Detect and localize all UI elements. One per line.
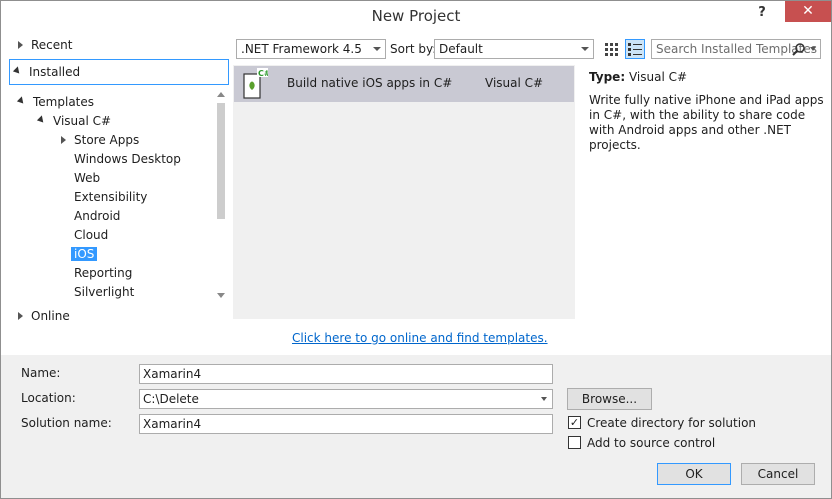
- title-bar: New Project ? ✕: [1, 1, 831, 32]
- expand-arrow-icon: [61, 135, 66, 144]
- type-label: Type:: [589, 70, 626, 84]
- template-row[interactable]: C# Build native iOS apps in C# Visual C#: [234, 66, 574, 102]
- tree-item-ios[interactable]: iOS: [71, 245, 98, 264]
- close-button[interactable]: ✕: [785, 1, 831, 22]
- list-view-icon: [628, 43, 642, 56]
- tree-item-windows-desktop[interactable]: Windows Desktop: [74, 150, 181, 169]
- tree-item-cloud[interactable]: Cloud: [74, 226, 108, 245]
- nav-recent-label: Recent: [31, 38, 73, 52]
- type-value: Visual C#: [628, 70, 688, 84]
- tree-item-android[interactable]: Android: [74, 207, 120, 226]
- collapse-arrow-icon: [12, 66, 23, 76]
- tree-item-label: iOS: [71, 247, 98, 261]
- template-name: Build native iOS apps in C#: [287, 76, 453, 90]
- tree-item-label: Store Apps: [74, 133, 140, 147]
- grid-view-icon: [605, 43, 618, 56]
- solution-name-label: Solution name:: [21, 416, 112, 430]
- ok-button[interactable]: OK: [657, 463, 731, 485]
- scroll-down-icon[interactable]: [217, 293, 225, 298]
- tree-item-label: Visual C#: [53, 114, 112, 128]
- nav-recent[interactable]: Recent: [18, 36, 72, 55]
- list-view-button[interactable]: [625, 39, 645, 59]
- nav-online[interactable]: Online: [18, 307, 70, 326]
- tree-item-store-apps[interactable]: Store Apps: [61, 131, 139, 150]
- sort-select[interactable]: Default: [434, 39, 594, 59]
- template-icon-badge: C#: [258, 69, 268, 78]
- sort-by-label: Sort by:: [390, 42, 437, 56]
- source-control-checkbox[interactable]: [568, 436, 581, 449]
- tree-item-reporting[interactable]: Reporting: [74, 264, 132, 283]
- framework-value: .NET Framework 4.5: [241, 42, 362, 56]
- cancel-button[interactable]: Cancel: [741, 463, 815, 485]
- chevron-down-icon: [581, 47, 589, 51]
- location-label: Location:: [21, 391, 76, 405]
- framework-select[interactable]: .NET Framework 4.5: [236, 39, 386, 59]
- create-directory-label: Create directory for solution: [587, 416, 757, 430]
- collapse-arrow-icon: [16, 96, 27, 106]
- help-button[interactable]: ?: [753, 4, 771, 22]
- small-icons-view-button[interactable]: [601, 39, 621, 59]
- template-tree: Templates Visual C# Store Apps Windows D…: [1, 91, 216, 301]
- tree-item-label: Templates: [33, 95, 95, 109]
- collapse-arrow-icon: [36, 115, 47, 125]
- tree-item-silverlight[interactable]: Silverlight: [74, 283, 134, 301]
- template-description: Write fully native iPhone and iPad apps …: [589, 93, 824, 152]
- main-area: Recent Installed Templates Visual C# Sto…: [1, 32, 831, 355]
- name-input[interactable]: Xamarin4: [139, 364, 553, 384]
- search-templates-input[interactable]: Search Installed Templates (Ctrl+E): [651, 39, 821, 59]
- source-control-label: Add to source control: [587, 436, 716, 450]
- expand-arrow-icon: [18, 311, 23, 320]
- chevron-down-icon: [373, 47, 381, 51]
- scroll-thumb[interactable]: [217, 103, 225, 219]
- chevron-down-icon[interactable]: [810, 47, 816, 51]
- sort-value: Default: [439, 42, 483, 56]
- left-navigation: Recent Installed Templates Visual C# Sto…: [1, 32, 233, 355]
- tree-item-web[interactable]: Web: [74, 169, 100, 188]
- scroll-up-icon[interactable]: [217, 92, 225, 97]
- nav-online-label: Online: [31, 309, 70, 323]
- search-icon[interactable]: [792, 42, 806, 56]
- tree-item-templates[interactable]: Templates: [16, 93, 95, 112]
- online-templates-link[interactable]: Click here to go online and find templat…: [292, 331, 548, 345]
- name-label: Name:: [21, 366, 61, 380]
- location-input[interactable]: C:\Delete: [139, 389, 553, 409]
- dialog-title: New Project: [371, 7, 461, 25]
- solution-name-input[interactable]: Xamarin4: [139, 414, 553, 434]
- template-details: Type: Visual C# Write fully native iPhon…: [589, 70, 825, 153]
- tree-scrollbar[interactable]: [214, 89, 228, 301]
- tree-item-visual-csharp[interactable]: Visual C#: [36, 112, 112, 131]
- template-list: C# Build native iOS apps in C# Visual C#: [233, 65, 575, 319]
- expand-arrow-icon: [18, 40, 23, 49]
- create-directory-option[interactable]: ✓ Create directory for solution: [568, 415, 756, 431]
- new-project-dialog: New Project ? ✕ Recent Installed Templat…: [0, 0, 832, 499]
- source-control-option[interactable]: Add to source control: [568, 435, 715, 451]
- nav-installed-label: Installed: [29, 65, 81, 79]
- chevron-down-icon[interactable]: [541, 397, 547, 401]
- location-value: C:\Delete: [143, 392, 199, 406]
- browse-button[interactable]: Browse...: [567, 388, 652, 410]
- template-language: Visual C#: [485, 76, 544, 90]
- ios-template-icon: C#: [243, 68, 268, 99]
- create-directory-checkbox[interactable]: ✓: [568, 416, 581, 429]
- tree-item-extensibility[interactable]: Extensibility: [74, 188, 147, 207]
- nav-installed[interactable]: Installed: [9, 59, 229, 85]
